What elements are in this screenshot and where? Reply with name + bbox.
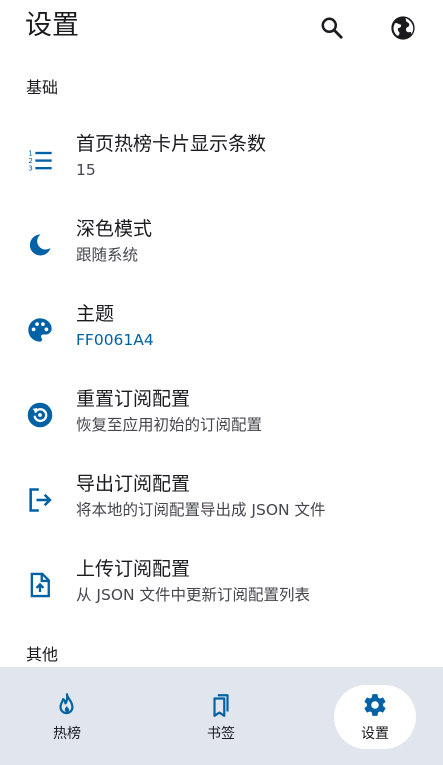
nav-label: 书签	[207, 726, 235, 742]
setting-item-label: 上传订阅配置	[76, 558, 191, 580]
setting-item-value: 恢复至应用初始的订阅配置	[76, 416, 263, 434]
setting-item-theme[interactable]: 主题 FF0061A4	[0, 290, 443, 370]
bottom-navigation: 热榜 书签 设置	[0, 667, 443, 765]
upload-file-icon	[30, 572, 50, 598]
nav-label: 设置	[361, 726, 389, 742]
numbered-list-icon: 1 2 3	[28, 149, 52, 173]
setting-item-card-count[interactable]: 1 2 3 首页热榜卡片显示条数 15	[0, 120, 443, 200]
setting-item-label: 重置订阅配置	[76, 388, 191, 410]
search-icon	[321, 17, 343, 39]
moon-icon	[29, 234, 51, 256]
page-title: 设置	[25, 10, 79, 41]
theme-color-value: FF0061A4	[76, 331, 154, 349]
setting-item-export-subscription[interactable]: 导出订阅配置 将本地的订阅配置导出成 JSON 文件	[0, 460, 443, 540]
setting-item-value: 将本地的订阅配置导出成 JSON 文件	[76, 501, 326, 519]
setting-item-label: 首页热榜卡片显示条数	[76, 133, 267, 155]
section-header-basic: 基础	[26, 78, 59, 97]
top-app-bar: 设置	[0, 0, 443, 56]
setting-item-value: 从 JSON 文件中更新订阅配置列表	[76, 586, 311, 604]
setting-item-value: 跟随系统	[76, 246, 139, 264]
flame-icon	[59, 693, 74, 715]
palette-icon	[28, 318, 52, 342]
setting-item-dark-mode[interactable]: 深色模式 跟随系统	[0, 205, 443, 285]
bookmarks-icon	[213, 694, 229, 717]
setting-item-upload-subscription[interactable]: 上传订阅配置 从 JSON 文件中更新订阅配置列表	[0, 545, 443, 625]
globe-icon	[391, 16, 415, 40]
language-button[interactable]	[385, 10, 421, 46]
search-button[interactable]	[314, 10, 350, 46]
nav-item-bookmarks[interactable]: 书签	[180, 679, 262, 743]
nav-item-hot[interactable]: 热榜	[26, 679, 108, 743]
nav-item-settings[interactable]: 设置	[334, 679, 416, 749]
setting-item-reset-subscription[interactable]: 重置订阅配置 恢复至应用初始的订阅配置	[0, 375, 443, 455]
setting-item-label: 主题	[76, 303, 115, 325]
setting-item-label: 导出订阅配置	[76, 473, 191, 495]
nav-label: 热榜	[53, 726, 81, 742]
restore-icon	[27, 402, 53, 428]
svg-text:3: 3	[28, 165, 32, 173]
setting-item-label: 深色模式	[76, 218, 153, 240]
setting-item-value: 15	[76, 161, 96, 179]
export-icon	[29, 488, 52, 512]
section-header-other: 其他	[26, 645, 59, 664]
gear-icon	[364, 694, 386, 716]
